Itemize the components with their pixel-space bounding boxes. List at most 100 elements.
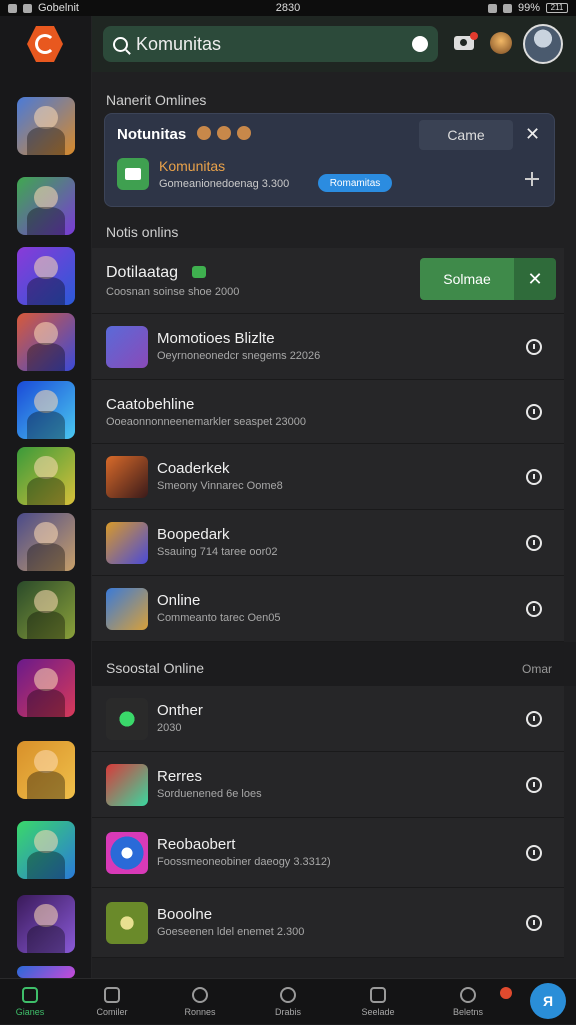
app-logo-icon[interactable] [27,26,63,62]
game-thumb-icon [106,902,148,944]
tab-label: Ronnes [184,1007,216,1017]
bottom-nav: Gianes Comiler Ronnes Drabis Seelade Bel… [0,978,576,1024]
close-icon[interactable]: ✕ [525,124,540,145]
item-name: Caatobehline [106,396,195,413]
game-thumb-icon [106,832,148,874]
info-icon[interactable] [526,915,542,931]
home-icon [22,987,38,1003]
section-more-link[interactable]: Omar [522,662,552,676]
camera-badge [470,32,478,40]
search-bar[interactable]: Komunitas [103,26,438,62]
game-icon-5[interactable] [17,381,75,439]
section-title-recent: Nanerit Omlines [106,92,207,108]
voice-icon[interactable] [412,36,428,52]
search-icon [113,36,128,52]
game-icon-2[interactable] [17,177,75,235]
info-icon[interactable] [526,469,542,485]
info-icon[interactable] [526,845,542,861]
game-icon-10[interactable] [17,741,75,799]
status-bar: Gobelnit 2830 99% 211 [0,0,576,16]
section-title-social: Ssoostal Online [106,660,205,676]
info-icon[interactable] [526,404,542,420]
main-content: Nanerit Omlines Notunitas Came ✕ Komunit… [92,72,576,978]
info-icon[interactable] [526,777,542,793]
tab-games[interactable]: Gianes [0,979,60,1025]
list-item[interactable]: Onther 2030 [92,686,564,752]
assistant-button[interactable]: Я [530,983,566,1019]
game-thumb-icon [106,326,148,368]
tab-label: Beletns [452,1007,484,1017]
item-subtitle: Goeseenen ldel enemet 2.300 [157,926,305,938]
list-item[interactable]: Reobaobert Foossmeoneobiner daeogy 3.331… [92,818,564,888]
game-icon-11[interactable] [17,821,75,879]
list-item[interactable]: Booolne Goeseenen ldel enemet 2.300 [92,888,564,958]
emoji-icon [237,126,251,140]
profile-avatar[interactable] [523,24,563,64]
list-item[interactable]: Boopedark Ssauing 714 taree oor02 [92,510,564,576]
clock-icon [280,987,296,1003]
game-icon-12[interactable] [17,895,75,953]
verified-icon [192,266,206,278]
list-item[interactable]: Online Commeanto tarec Oen05 [92,576,564,642]
emoji-icon [197,126,211,140]
item-subtitle: Coosnan soinse shoe 2000 [106,286,240,298]
item-subtitle: Ssauing 714 taree oor02 [157,546,278,558]
info-icon[interactable] [526,601,542,617]
list-item-featured[interactable]: Dotilaatag Coosnan soinse shoe 2000 Solm… [92,248,564,314]
item-name: Booolne [157,906,213,923]
game-thumb-icon [106,698,148,740]
store-icon [370,987,386,1003]
game-icon-9[interactable] [17,659,75,717]
item-subtitle: Ooeaonnonneenemarkler seaspet 23000 [106,416,306,428]
card-title: Notunitas [117,126,187,143]
item-name: Rerres [157,768,203,785]
tab-settings[interactable]: Beletns [438,979,498,1025]
info-icon[interactable] [526,339,542,355]
community-card[interactable]: Notunitas Came ✕ Komunitas Gomeanionedoe… [104,113,555,207]
game-thumb-icon [106,764,148,806]
dismiss-icon[interactable]: ✕ [514,258,556,300]
tab-store[interactable]: Seelade [348,979,408,1025]
game-thumb-icon [106,588,148,630]
item-name: Reobaobert [157,836,236,853]
game-icon-7[interactable] [17,513,75,571]
rooms-icon [192,987,208,1003]
tab-community[interactable]: Comiler [82,979,142,1025]
expand-icon[interactable] [525,172,539,186]
item-name: Momotioes Blizlte [157,330,275,347]
tab-rooms[interactable]: Ronnes [170,979,230,1025]
list-item[interactable]: Momotioes Blizlte Oeyrnoneonedcr snegems… [92,314,564,380]
notification-badge [500,987,512,999]
game-icon-6[interactable] [17,447,75,505]
game-icon-8[interactable] [17,581,75,639]
game-icon-4[interactable] [17,313,75,371]
card-subtitle: Gomeanionedoenag 3.300 [159,178,290,190]
card-app-name: Komunitas [159,158,226,174]
list-item[interactable]: Rerres Sorduenened 6e loes [92,752,564,818]
item-name: Boopedark [157,526,230,543]
status-time: 2830 [275,2,301,14]
section-header: Ssoostal Online Omar [92,642,576,686]
item-name: Dotilaatag [106,264,179,281]
tab-label: Drabis [274,1007,301,1017]
game-thumb-icon [106,456,148,498]
info-icon[interactable] [526,711,542,727]
chat-icon [104,987,120,1003]
card-action-button[interactable]: Came [419,120,513,150]
game-icon-3[interactable] [17,247,75,305]
tab-label: Comiler [96,1007,128,1017]
list-item[interactable]: Caatobehline Ooeaonnonneenemarkler seasp… [92,380,564,444]
info-icon[interactable] [526,535,542,551]
card-tag-pill[interactable]: Romamitas [318,174,392,192]
game-rail [0,16,92,978]
friend-avatar[interactable] [490,32,512,54]
join-button[interactable]: Solmae [420,258,514,300]
game-icon-13[interactable] [17,966,75,978]
list-item[interactable]: Coaderkek Smeony Vinnarec Oome8 [92,444,564,510]
tab-label: Gianes [15,1007,45,1017]
item-subtitle: Smeony Vinnarec Oome8 [157,480,283,492]
game-icon-1[interactable] [17,97,75,155]
item-subtitle: Foossmeoneobiner daeogy 3.3312) [157,856,331,868]
community-app-icon [117,158,149,190]
tab-stats[interactable]: Drabis [258,979,318,1025]
